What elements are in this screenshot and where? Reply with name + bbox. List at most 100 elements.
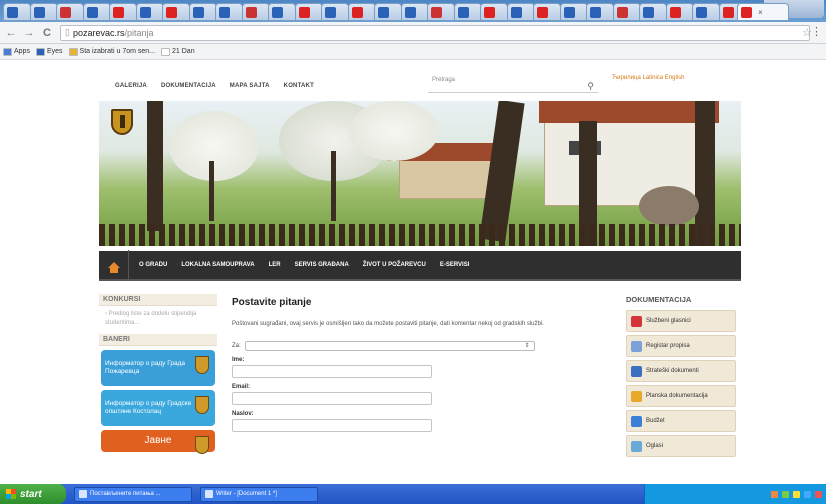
tray-icon[interactable] bbox=[793, 490, 800, 498]
tab-favicon-icon bbox=[669, 6, 681, 18]
taskbar-task[interactable]: Постављените питања ... bbox=[74, 486, 192, 502]
page-icon: ▯ bbox=[65, 27, 70, 37]
tab-favicon-icon bbox=[139, 6, 151, 18]
tab-favicon-icon bbox=[537, 6, 548, 18]
top-nav-link[interactable]: KONTAKT bbox=[284, 83, 314, 89]
tab-favicon-icon bbox=[484, 6, 495, 18]
doc-link[interactable]: Registar propisa bbox=[626, 335, 736, 357]
main-nav-item[interactable]: E-SERVISI bbox=[440, 262, 470, 268]
doc-label: Budžet bbox=[646, 418, 665, 424]
browser-tab[interactable] bbox=[506, 3, 535, 21]
coat-of-arms-icon bbox=[195, 356, 209, 374]
browser-tab[interactable] bbox=[586, 3, 614, 21]
top-nav: GALERIJA DOKUMENTACIJA MAPA SAJTA KONTAKT bbox=[115, 83, 314, 89]
text-input[interactable] bbox=[232, 392, 432, 405]
browser-tab[interactable] bbox=[82, 3, 111, 21]
search-input[interactable]: Pretraga ⚲ bbox=[428, 75, 598, 93]
browser-tab[interactable] bbox=[347, 3, 376, 21]
bookmark-item[interactable]: 21 Dan bbox=[161, 47, 195, 56]
tab-favicon-icon bbox=[351, 6, 363, 18]
browser-tab[interactable] bbox=[29, 3, 58, 21]
main-nav-item[interactable]: LER bbox=[269, 262, 281, 268]
top-nav-link[interactable]: MAPA SAJTA bbox=[230, 83, 270, 89]
main-nav-item[interactable]: SERVIS GRAĐANA bbox=[295, 262, 349, 268]
forward-icon[interactable]: → bbox=[22, 27, 36, 39]
banner-link[interactable]: Информатор о раду Града Пожаревца bbox=[101, 350, 215, 386]
browser-tab[interactable] bbox=[109, 3, 137, 21]
tab-favicon-icon bbox=[431, 6, 442, 18]
coat-of-arms-icon bbox=[195, 396, 209, 414]
tray-icon[interactable] bbox=[804, 490, 811, 498]
language-switcher[interactable]: Ћирилица Latinica English bbox=[612, 75, 684, 81]
tab-favicon-icon bbox=[643, 6, 654, 18]
tab-favicon-icon bbox=[590, 6, 601, 18]
flag-icon bbox=[631, 315, 642, 327]
bookmark-item[interactable]: Sta izabrati u 7om sen... bbox=[68, 47, 155, 56]
main-nav-item[interactable]: O GRADU bbox=[139, 262, 167, 268]
browser-tab[interactable] bbox=[480, 3, 508, 21]
windows-taskbar: start Постављените питања ... Writer - [D… bbox=[0, 484, 826, 504]
bookmark-item[interactable]: Apps bbox=[3, 47, 30, 56]
recipient-select[interactable]: ⇕ bbox=[244, 341, 535, 351]
text-input[interactable] bbox=[232, 365, 432, 378]
browser-tab[interactable] bbox=[268, 3, 296, 21]
browser-tab[interactable] bbox=[453, 3, 482, 21]
taskbar-task[interactable]: Writer - [Document 1 *] bbox=[200, 486, 318, 502]
banner-link[interactable]: Информатор о раду Градске општине Костол… bbox=[101, 390, 215, 426]
start-button[interactable]: start bbox=[0, 484, 66, 504]
bookmark-item[interactable]: Eyes bbox=[35, 47, 63, 56]
browser-tab[interactable] bbox=[400, 3, 429, 21]
menu-icon[interactable]: ⋮ bbox=[811, 25, 822, 38]
dokumentacija-heading: DOKUMENTACIJA bbox=[626, 295, 692, 304]
bookmark-icon bbox=[68, 47, 78, 56]
web-page: GALERIJA DOKUMENTACIJA MAPA SAJTA KONTAKT P… bbox=[0, 61, 826, 484]
browser-tab[interactable] bbox=[241, 3, 270, 21]
doc-link[interactable]: Strateški dokumenti bbox=[626, 360, 736, 382]
doc-link[interactable]: Planska dokumentacija bbox=[626, 385, 736, 407]
browser-tab[interactable] bbox=[427, 3, 455, 21]
home-button[interactable] bbox=[99, 250, 129, 280]
tray-icon[interactable] bbox=[782, 490, 789, 498]
text-input[interactable] bbox=[232, 419, 432, 432]
main-nav-item[interactable]: ŽIVOT U POŽAREVCU bbox=[363, 262, 426, 268]
reload-icon[interactable]: C bbox=[40, 27, 54, 39]
tab-favicon-icon bbox=[616, 6, 628, 18]
browser-tab[interactable] bbox=[162, 3, 190, 21]
main-nav-item[interactable]: LOKALNA SAMOUPRAVA bbox=[181, 262, 254, 268]
browser-tab[interactable] bbox=[188, 3, 217, 21]
top-nav-link[interactable]: DOKUMENTACIJA bbox=[161, 83, 216, 89]
tab-favicon-icon bbox=[245, 6, 257, 18]
browser-tab[interactable] bbox=[612, 3, 641, 21]
top-nav-link[interactable]: GALERIJA bbox=[115, 83, 147, 89]
browser-tab[interactable] bbox=[294, 3, 323, 21]
left-sidebar: KONKURSI › Predlog liste za dodelu stipe… bbox=[99, 294, 217, 456]
folder-icon bbox=[631, 365, 642, 377]
browser-tab[interactable] bbox=[3, 3, 31, 21]
doc-link[interactable]: Budžet bbox=[626, 410, 736, 432]
browser-tab[interactable] bbox=[56, 3, 84, 21]
doc-link[interactable]: Službeni glasnici bbox=[626, 310, 736, 332]
browser-tab[interactable] bbox=[559, 3, 588, 21]
tray-icon[interactable] bbox=[771, 490, 778, 498]
tab-favicon-icon bbox=[510, 6, 522, 18]
browser-tab[interactable] bbox=[665, 3, 694, 21]
browser-tab[interactable] bbox=[321, 3, 349, 21]
browser-tab[interactable] bbox=[639, 3, 667, 21]
doc-link[interactable]: Oglasi bbox=[626, 435, 736, 457]
tray-icon[interactable] bbox=[815, 490, 822, 498]
back-icon[interactable]: ← bbox=[4, 27, 18, 39]
address-bar[interactable]: ▯ pozarevac.rs /pitanja bbox=[60, 24, 810, 41]
konkursi-link[interactable]: › Predlog liste za dodelu stipendija stu… bbox=[99, 306, 217, 334]
search-icon[interactable]: ⚲ bbox=[587, 81, 594, 92]
browser-tab-active[interactable]: × bbox=[737, 3, 789, 21]
banner-link[interactable]: Јавне bbox=[101, 430, 215, 454]
doc-label: Službeni glasnici bbox=[646, 318, 691, 324]
browser-tab[interactable] bbox=[533, 3, 561, 21]
city-coat-of-arms-icon[interactable] bbox=[111, 109, 133, 135]
browser-tab[interactable] bbox=[374, 3, 402, 21]
browser-tab[interactable] bbox=[215, 3, 243, 21]
page-title: Postavite pitanje bbox=[232, 297, 312, 308]
browser-tab[interactable] bbox=[692, 3, 720, 21]
browser-tab[interactable] bbox=[135, 3, 164, 21]
tab-close-icon[interactable]: × bbox=[758, 8, 763, 17]
